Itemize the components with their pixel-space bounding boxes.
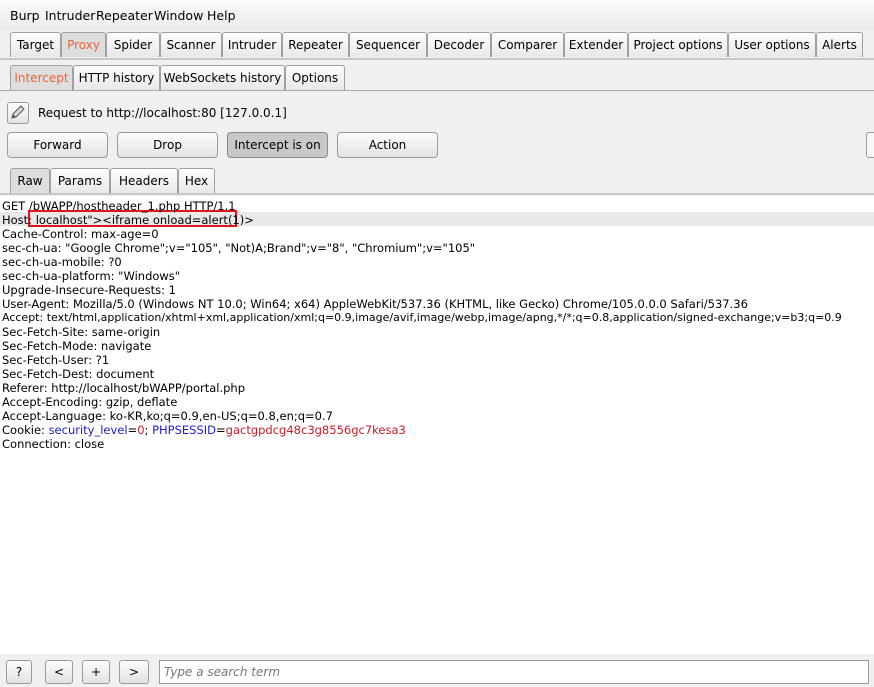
request-line: Connection: close	[2, 437, 105, 451]
edit-pencil-button[interactable]	[7, 102, 29, 124]
tab-target[interactable]: Target	[10, 32, 61, 57]
previous-match-button[interactable]: <	[45, 660, 73, 684]
tab-raw[interactable]: Raw	[10, 168, 50, 193]
next-match-button[interactable]: >	[119, 660, 149, 684]
request-line: Sec-Fetch-Dest: document	[2, 367, 155, 381]
request-line: GET /bWAPP/hostheader_1.php HTTP/1.1	[2, 199, 236, 213]
pencil-icon	[11, 105, 25, 119]
request-info: Request to http://localhost:80 [127.0.0.…	[38, 106, 287, 120]
menu-intruder[interactable]: Intruder	[45, 8, 95, 23]
tab-repeater[interactable]: Repeater	[282, 32, 349, 57]
cookie-separator: ;	[144, 423, 153, 437]
request-line: Sec-Fetch-User: ?1	[2, 353, 110, 367]
request-line: Sec-Fetch-Mode: navigate	[2, 339, 152, 353]
tab-spider[interactable]: Spider	[106, 32, 160, 57]
menu-bar: Burp Intruder Repeater Window Help	[0, 0, 874, 30]
tab-extender[interactable]: Extender	[564, 32, 628, 57]
tab-scanner[interactable]: Scanner	[160, 32, 222, 57]
tab-params[interactable]: Params	[50, 168, 110, 193]
action-button[interactable]: Action	[337, 132, 438, 158]
message-tab-divider	[0, 193, 874, 195]
cookie-equals: =	[127, 423, 138, 437]
request-line: User-Agent: Mozilla/5.0 (Windows NT 10.0…	[2, 297, 748, 311]
request-line: Accept-Encoding: gzip, deflate	[2, 395, 178, 409]
tab-decoder[interactable]: Decoder	[427, 32, 491, 57]
tab-options[interactable]: Options	[285, 65, 345, 90]
cookie-equals: =	[216, 423, 226, 437]
tab-user-options[interactable]: User options	[728, 32, 816, 57]
request-editor[interactable]: GET /bWAPP/hostheader_1.php HTTP/1.1 Hos…	[0, 196, 874, 654]
intercept-toggle-button[interactable]: Intercept is on	[227, 132, 328, 158]
tab-alerts[interactable]: Alerts	[816, 32, 863, 57]
request-line: Sec-Fetch-Site: same-origin	[2, 325, 161, 339]
tab-intruder[interactable]: Intruder	[222, 32, 282, 57]
menu-help[interactable]: Help	[207, 8, 236, 23]
tab-http-history[interactable]: HTTP history	[73, 65, 160, 90]
request-line: Host: localhost"><iframe onload=alert(1)…	[2, 213, 254, 227]
cookie-line: Cookie: security_level=0; PHPSESSID=gact…	[2, 423, 406, 437]
tab-comparer[interactable]: Comparer	[491, 32, 564, 57]
cookie-value: gactgpdcg48c3g8556gc7kesa3	[225, 423, 406, 437]
tab-proxy[interactable]: Proxy	[61, 32, 106, 57]
cookie-key: security_level	[48, 423, 128, 437]
forward-button[interactable]: Forward	[7, 132, 108, 158]
request-line: Referer: http://localhost/bWAPP/portal.p…	[2, 381, 246, 395]
cookie-value: 0	[137, 423, 145, 437]
partially-visible-control[interactable]	[866, 132, 874, 158]
tab-hex[interactable]: Hex	[178, 168, 215, 193]
tab-divider	[0, 58, 874, 60]
drop-button[interactable]: Drop	[117, 132, 218, 158]
request-line: sec-ch-ua: "Google Chrome";v="105", "Not…	[2, 241, 476, 255]
cookie-prefix: Cookie:	[2, 423, 49, 437]
search-input[interactable]: Type a search term	[159, 660, 869, 684]
tab-headers[interactable]: Headers	[110, 168, 178, 193]
tab-intercept[interactable]: Intercept	[10, 65, 73, 90]
request-line: Accept: text/html,application/xhtml+xml,…	[2, 311, 842, 324]
request-line: sec-ch-ua-mobile: ?0	[2, 255, 122, 269]
menu-repeater[interactable]: Repeater	[96, 8, 153, 23]
add-search-button[interactable]: +	[82, 660, 110, 684]
request-line: Cache-Control: max-age=0	[2, 227, 159, 241]
request-line: sec-ch-ua-platform: "Windows"	[2, 269, 181, 283]
request-line: Upgrade-Insecure-Requests: 1	[2, 283, 176, 297]
cookie-key: PHPSESSID	[152, 423, 217, 437]
tab-sequencer[interactable]: Sequencer	[349, 32, 427, 57]
tab-websockets-history[interactable]: WebSockets history	[160, 65, 285, 90]
tab-project-options[interactable]: Project options	[628, 32, 728, 57]
help-button[interactable]: ?	[6, 660, 32, 684]
proxy-tab-divider	[0, 90, 874, 91]
menu-window[interactable]: Window	[154, 8, 203, 23]
menu-burp[interactable]: Burp	[10, 8, 40, 23]
request-line: Accept-Language: ko-KR,ko;q=0.9,en-US;q=…	[2, 409, 333, 423]
